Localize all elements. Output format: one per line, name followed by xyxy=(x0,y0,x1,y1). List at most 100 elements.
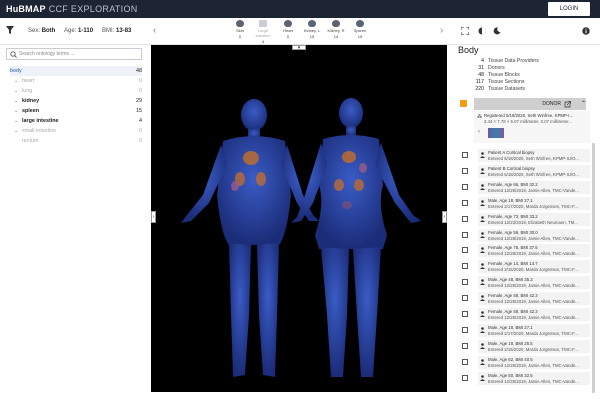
dark-mode-icon[interactable] xyxy=(493,27,501,35)
donor-list-item[interactable]: Patient A Cortical biopsy Entered 5/18/20… xyxy=(458,149,594,163)
donor-card[interactable]: Female, Age 76, BMI 37.5 Entered 12/28/20… xyxy=(478,244,590,258)
tissue-thumbnail[interactable] xyxy=(488,128,504,138)
fullscreen-icon[interactable] xyxy=(461,27,469,35)
kidney-icon xyxy=(332,20,340,27)
donor-list-item[interactable]: Patient B Cortical biopsy Entered 5/18/20… xyxy=(458,164,594,179)
row-checkbox[interactable] xyxy=(462,183,468,190)
row-checkbox[interactable] xyxy=(462,311,468,317)
donor-card[interactable]: Male, Age 50, BMI 32.5 Entered 12/28/2019… xyxy=(478,371,590,385)
tree-item-label: kidney xyxy=(22,98,40,104)
login-button[interactable]: LOGIN xyxy=(548,2,590,16)
chevron-down-icon[interactable]: ⌄ xyxy=(14,118,22,124)
donor-list-item[interactable]: Female, Age 76, BMI 37.5 Entered 12/28/20… xyxy=(458,244,594,258)
row-checkbox[interactable] xyxy=(462,374,468,381)
theme-toggle-icon[interactable] xyxy=(478,27,486,35)
organ-kidney-left[interactable]: Kidney, L 15 xyxy=(301,20,323,39)
organ-spleen[interactable]: Spleen 15 xyxy=(349,20,371,39)
donor-list-item[interactable]: Male, Age 18, BMI 27.1 Entered 2/17/2020,… xyxy=(458,323,594,338)
tree-item-small-intestine[interactable]: ⌄ small intestine 0 xyxy=(14,126,142,136)
row-checkbox[interactable] xyxy=(462,342,468,349)
info-icon[interactable] xyxy=(582,27,590,35)
donor-summary: Male, Age 18, BMI 25.5 xyxy=(488,340,533,346)
row-checkbox[interactable] xyxy=(462,326,468,333)
donor-card[interactable]: Female, Age 14, BMI 14.7 Entered 2/15/202… xyxy=(478,260,590,274)
collapse-up-icon[interactable]: ⌃ xyxy=(581,100,586,107)
donor-card[interactable]: Female, Age 73, BMI 33.2 Entered 12/23/20… xyxy=(478,212,590,226)
female-body-model[interactable] xyxy=(291,98,421,377)
row-checkbox[interactable] xyxy=(462,247,468,254)
donor-card[interactable]: Male, Age 48, BMI 35.3 Entered 12/28/2019… xyxy=(478,276,590,290)
body-3d-viewport[interactable]: ▾ ‹ › xyxy=(151,45,447,392)
donor-list-item[interactable]: Female, Age 59, BMI 30.0 Entered 12/28/20… xyxy=(458,228,594,243)
donor-list-item[interactable]: Female, Age 14, BMI 14.7 Entered 2/15/202… xyxy=(458,260,594,274)
organ-kidney-right[interactable]: Kidney, R 14 xyxy=(325,20,347,39)
tree-item-body[interactable]: body 48 xyxy=(10,66,142,76)
donor-card[interactable]: Male, Age 18, BMI 25.5 Entered 2/15/2020,… xyxy=(478,339,590,353)
donor-card[interactable]: Female, Age 59, BMI 30.0 Entered 12/28/20… xyxy=(478,228,590,242)
row-checkbox[interactable] xyxy=(462,295,468,302)
donor-card[interactable]: Male, Age 18, BMI 27.1 Entered 2/17/2020,… xyxy=(478,196,590,210)
donor-list-item[interactable]: Female, Age 66, BMI 32.2 Entered 12/28/20… xyxy=(458,180,594,195)
chevron-down-icon[interactable]: ⌄ xyxy=(14,88,22,94)
chevron-down-icon[interactable]: ⌄ xyxy=(14,98,22,104)
donor-card[interactable]: Female, Age 58, BMI 42.3 Entered 12/28/20… xyxy=(478,308,590,321)
filter-icon[interactable] xyxy=(6,26,14,34)
ontology-search-input[interactable]: Search ontology terms ... xyxy=(6,48,142,60)
donor-card[interactable]: Patient B Cortical biopsy Entered 5/18/20… xyxy=(478,164,590,178)
tree-item-kidney[interactable]: ⌄ kidney 29 xyxy=(14,96,142,106)
donor-list-item[interactable]: Male, Age 50, BMI 32.5 Entered 12/28/2019… xyxy=(458,371,594,386)
sex-filter[interactable]: Sex: Both xyxy=(28,28,55,34)
row-checkbox[interactable] xyxy=(462,263,468,270)
results-panel: Body 4 Tissue Data Providers 31 Donors 4… xyxy=(454,45,600,400)
person-icon xyxy=(480,311,485,317)
donor-list-item[interactable]: Male, Age 62, BMI 40.5 Entered 12/28/2019… xyxy=(458,355,594,370)
organ-scroll-left-icon[interactable]: ‹ xyxy=(153,25,156,36)
row-checkbox[interactable] xyxy=(462,167,468,174)
row-checkbox[interactable] xyxy=(462,199,468,206)
selection-color-swatch[interactable] xyxy=(460,100,467,107)
donor-card[interactable]: Female, Age 66, BMI 32.2 Entered 12/28/20… xyxy=(478,180,590,194)
registered-card[interactable]: ⁂ Registered 5/18/2020, Seth Winfree, KP… xyxy=(474,111,590,143)
row-checkbox[interactable] xyxy=(462,231,468,238)
body-models[interactable] xyxy=(151,45,447,392)
tree-item-large-intestine[interactable]: ⌄ large intestine 4 xyxy=(14,116,142,126)
stat-value: 117 xyxy=(475,79,484,85)
row-checkbox[interactable] xyxy=(462,358,468,365)
open-external-icon[interactable] xyxy=(564,101,571,108)
chevron-down-icon[interactable]: ⌄ xyxy=(14,128,22,134)
brand-logo[interactable]: HuBMAP xyxy=(6,4,46,14)
row-checkbox[interactable] xyxy=(462,152,468,158)
male-body-model[interactable] xyxy=(181,99,319,377)
organ-skin[interactable]: Skin 0 xyxy=(229,20,251,39)
person-icon xyxy=(480,247,485,254)
donor-card[interactable]: Female, Age 58, BMI 42.3 Entered 12/28/20… xyxy=(478,292,590,306)
tree-item-heart[interactable]: ⌄ heart 0 xyxy=(14,76,142,86)
organ-scroll-right-icon[interactable]: › xyxy=(440,25,443,36)
tree-item-count: 0 xyxy=(139,138,142,144)
donor-list-item[interactable]: Female, Age 73, BMI 33.2 Entered 12/23/20… xyxy=(458,212,594,227)
donor-list-item[interactable]: Male, Age 18, BMI 25.5 Entered 2/15/2020,… xyxy=(458,339,594,354)
tree-item-lung[interactable]: ⌄ lung 0 xyxy=(14,86,142,96)
donor-entry-detail: Entered 2/17/2020, Marda Jorgensen, TMC-… xyxy=(488,330,578,336)
donor-list-item[interactable]: Female, Age 58, BMI 42.3 Entered 12/28/20… xyxy=(458,292,594,306)
chevron-down-icon[interactable]: ⌄ xyxy=(14,78,22,84)
carousel-prev-icon[interactable]: ‹ xyxy=(478,129,480,135)
row-checkbox[interactable] xyxy=(462,215,468,222)
tree-item-spleen[interactable]: ⌄ spleen 15 xyxy=(14,106,142,116)
donor-list-item[interactable]: Female, Age 58, BMI 42.3 Entered 12/28/20… xyxy=(458,308,594,322)
donor-card[interactable]: Patient A Cortical biopsy Entered 5/18/20… xyxy=(478,149,590,162)
donor-summary: Patient A Cortical biopsy xyxy=(488,150,535,155)
organ-heart[interactable]: Heart 0 xyxy=(277,20,299,39)
donor-card[interactable]: Male, Age 18, BMI 27.1 Entered 2/17/2020,… xyxy=(478,323,590,337)
donor-card[interactable]: Male, Age 62, BMI 40.5 Entered 12/28/2019… xyxy=(478,355,590,369)
tree-item-rectum[interactable]: rectum 0 xyxy=(14,136,142,146)
row-checkbox[interactable] xyxy=(462,279,468,286)
donor-summary: Female, Age 76, BMI 37.5 xyxy=(488,245,538,251)
donor-list-item[interactable]: Male, Age 48, BMI 35.3 Entered 12/28/2019… xyxy=(458,276,594,290)
bmi-filter[interactable]: BMI: 13-83 xyxy=(102,28,131,34)
chevron-down-icon[interactable]: ⌄ xyxy=(14,108,22,114)
donor-list-item[interactable]: Male, Age 18, BMI 27.1 Entered 2/17/2020,… xyxy=(458,196,594,211)
stat-label: Tissue Data Providers xyxy=(488,58,539,64)
organ-large-intestine[interactable]: Large Intestine 4 xyxy=(252,20,274,44)
age-filter[interactable]: Age: 1-110 xyxy=(64,28,93,34)
